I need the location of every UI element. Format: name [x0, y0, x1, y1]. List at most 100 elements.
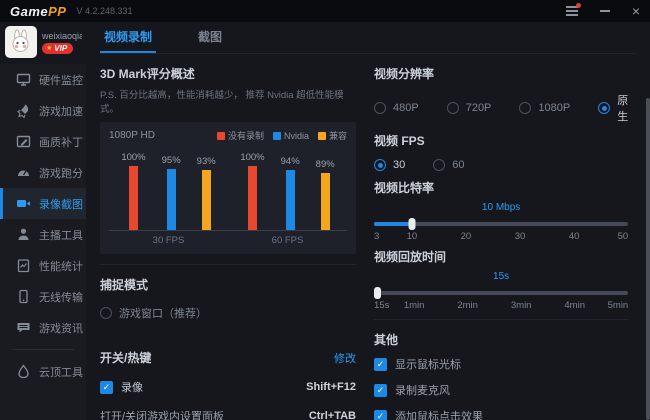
vip-badge: ★VIP [42, 43, 73, 54]
chart-category-label: 30 FPS [153, 235, 185, 246]
bitrate-title: 视频比特率 [374, 179, 628, 196]
radio-icon [519, 102, 531, 114]
other-title: 其他 [374, 331, 628, 348]
record-checkbox-row[interactable]: ✓ 录像 [100, 379, 143, 395]
checkbox-click-effect[interactable]: ✓ 添加鼠标点击效果 [374, 408, 628, 420]
checkbox-checked-icon: ✓ [374, 410, 387, 420]
slider-thumb[interactable] [408, 218, 415, 230]
replay-time-title: 视频回放时间 [374, 248, 628, 265]
radio-game-window[interactable]: 游戏窗口（推荐） [100, 305, 356, 321]
radio-icon [598, 102, 610, 114]
sidebar-item-performance-stats[interactable]: 性能统计 [0, 250, 86, 281]
bar-value-label: 89% [316, 159, 335, 170]
sidebar-item-label: 游戏资讯 [39, 320, 83, 336]
chart-bar-group: 100% 95% 93% [121, 152, 215, 230]
slider-tick-label: 5min [608, 300, 629, 311]
radio-icon [374, 102, 386, 114]
sidebar-item-game-news[interactable]: 游戏资讯 [0, 312, 86, 343]
chart-bar [286, 170, 295, 230]
chart-bar-group: 100%94%89% [240, 152, 334, 230]
slider-tick-label: 40 [569, 231, 580, 242]
chart-bar [167, 169, 176, 230]
sidebar-item-label: 游戏加速 [39, 103, 83, 119]
benchmark-note: P.S. 百分比越高，性能消耗越少， 推荐 Nvidia 超低性能模式。 [100, 87, 356, 115]
hotkey-row-panel: 打开/关闭游戏内设置面板 Ctrl+TAB [100, 408, 356, 420]
sidebar-item-label: 游戏跑分 [39, 165, 83, 181]
chart-bar-column: 93% [197, 156, 216, 230]
slider-tick-label: 4min [564, 300, 585, 311]
app-version: V 4.2.248.331 [76, 6, 132, 16]
slider-track [374, 291, 628, 295]
close-icon[interactable]: × [632, 6, 640, 16]
radio-resolution-1080P[interactable]: 1080P [519, 92, 570, 124]
legend-item: 兼容 [318, 129, 347, 142]
sidebar-item-label: 画质补丁 [39, 134, 83, 150]
radio-icon [100, 307, 112, 319]
checkbox-checked-icon: ✓ [100, 381, 113, 394]
minimize-icon[interactable] [600, 10, 610, 12]
chart-bar [202, 170, 211, 230]
slider-tick-label: 30 [515, 231, 526, 242]
radio-icon [447, 102, 459, 114]
sidebar-item-tft-tools[interactable]: 云顶工具 [0, 356, 86, 387]
chart-bar-column: 100% [121, 152, 145, 230]
slider-tick-label: 20 [461, 231, 472, 242]
slider-thumb[interactable] [374, 287, 381, 299]
replay-time-slider[interactable] [374, 286, 628, 300]
patch-icon [16, 134, 31, 149]
slider-fill [374, 222, 412, 226]
record-hotkey: Shift+F12 [306, 381, 356, 393]
checkbox-label: 显示鼠标光标 [395, 356, 461, 372]
radio-fps-30[interactable]: 30 [374, 159, 405, 171]
scrollbar-thumb[interactable] [646, 98, 650, 420]
tft-tool-icon [16, 364, 31, 379]
sidebar: weixiaoqia.. ★VIP 硬件监控 游戏加速 画质补丁 游戏跑分 录像… [0, 22, 86, 420]
slider-tick-label: 15s [374, 300, 389, 311]
radio-icon [374, 159, 386, 171]
sidebar-item-label: 录像截图 [39, 196, 83, 212]
radio-resolution-原生[interactable]: 原生 [598, 92, 628, 124]
logo-pp: PP [48, 4, 66, 19]
resolution-title: 视频分辨率 [374, 65, 628, 82]
stats-icon [16, 258, 31, 273]
sidebar-item-streamer-tools[interactable]: 主播工具 [0, 219, 86, 250]
radio-label: 720P [466, 102, 492, 114]
replay-time-slider-block: 15s 15s1min2min3min4min5min [374, 271, 628, 313]
checkbox-show-cursor[interactable]: ✓ 显示鼠标光标 [374, 356, 628, 372]
bar-value-label: 95% [162, 155, 181, 166]
main-panel: 视频录制 截图 3D Mark评分概述 P.S. 百分比越高，性能消耗越少， 推… [86, 22, 650, 420]
radio-fps-60[interactable]: 60 [433, 159, 464, 171]
radio-resolution-720P[interactable]: 720P [447, 92, 492, 124]
sidebar-item-quality-patch[interactable]: 画质补丁 [0, 126, 86, 157]
sidebar-item-label: 无线传输 [39, 289, 83, 305]
video-camera-icon [16, 196, 31, 211]
titlebar: GamePP V 4.2.248.331 × [0, 0, 650, 22]
bitrate-slider-block: 10 Mbps 31020304050 [374, 202, 628, 244]
radio-label: 30 [393, 159, 405, 171]
radio-resolution-480P[interactable]: 480P [374, 92, 419, 124]
chart-bar [129, 166, 138, 230]
sidebar-item-game-boost[interactable]: 游戏加速 [0, 95, 86, 126]
record-label: 录像 [121, 379, 143, 395]
bar-value-label: 100% [121, 152, 145, 163]
checkbox-record-mic[interactable]: ✓ 录制麦克风 [374, 382, 628, 398]
user-block[interactable]: weixiaoqia.. ★VIP [0, 22, 86, 64]
chart-bar-column: 89% [316, 159, 335, 230]
divider [100, 264, 356, 265]
slider-tick-label: 10 [407, 231, 418, 242]
sidebar-item-record-capture[interactable]: 录像截图 [0, 188, 86, 219]
sidebar-item-benchmark[interactable]: 游戏跑分 [0, 157, 86, 188]
bitrate-slider[interactable] [374, 217, 628, 231]
tab-screenshot[interactable]: 截图 [194, 28, 226, 53]
legend-color-swatch [217, 132, 225, 140]
chart-legend: 没有录制Nvidia兼容 [217, 129, 347, 142]
app-logo: GamePP [10, 4, 66, 19]
notification-dot [576, 3, 581, 8]
chart-category-label: 60 FPS [272, 235, 304, 246]
sidebar-item-wireless-transfer[interactable]: 无线传输 [0, 281, 86, 312]
sidebar-item-hardware-monitor[interactable]: 硬件监控 [0, 64, 86, 95]
chart-bars: 100% 95% 93% 100%94%89% [109, 146, 347, 230]
tab-video-record[interactable]: 视频录制 [100, 28, 156, 53]
modify-link[interactable]: 修改 [334, 350, 356, 366]
menu-icon[interactable] [566, 10, 578, 12]
